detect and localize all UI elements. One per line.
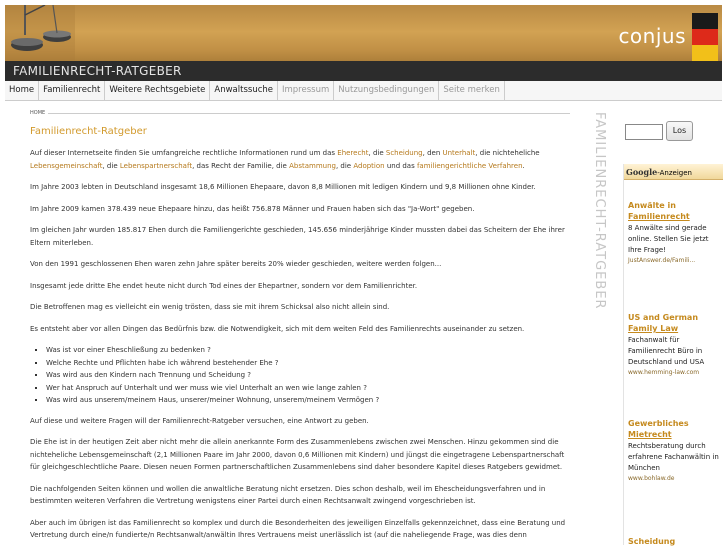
paragraph: Aber auch im übrigen ist das Familienrec… [30, 518, 566, 540]
breadcrumb: HOME [30, 110, 570, 116]
paragraph: Von den 1991 geschlossenen Ehen waren ze… [30, 260, 442, 268]
google-logo[interactable]: Google [626, 167, 657, 177]
list-item: Was wird aus unserem/meinem Haus, unsere… [46, 394, 570, 407]
ad-title-line[interactable]: Family Law [628, 324, 678, 333]
ads-header-label[interactable]: -Anzeigen [657, 169, 692, 177]
link-eherecht[interactable]: Eherecht [337, 149, 368, 157]
ad-item[interactable]: US and German Family Law Fachanwalt für F… [628, 312, 722, 378]
scales-of-justice-icon [5, 5, 75, 63]
ad-title-line[interactable]: Familienrecht [628, 212, 690, 221]
ad-title-line[interactable]: Mietrecht [628, 430, 672, 439]
ad-item[interactable]: Scheidung [628, 536, 722, 547]
breadcrumb-divider [48, 112, 570, 114]
flag-stripe-black [692, 13, 718, 29]
german-flag-icon [692, 13, 718, 61]
ad-title-line[interactable]: Anwälte in [628, 201, 676, 210]
intro-text: , die [102, 161, 120, 170]
search-input[interactable] [625, 124, 663, 140]
ad-title[interactable]: Gewerbliches Mietrecht [628, 418, 722, 440]
paragraph: Die Betroffenen mag es vielleicht ein we… [30, 303, 390, 311]
ad-title-line[interactable]: US and German [628, 313, 698, 322]
intro-text: , den [422, 149, 443, 157]
intro-text: , die [368, 149, 386, 157]
flag-stripe-gold [692, 45, 718, 61]
nav-home[interactable]: Home [5, 81, 40, 100]
ad-body: 8 Anwälte sind gerade online. Stellen Si… [628, 224, 709, 254]
question-list: Was ist vor einer Eheschließung zu beden… [46, 344, 570, 407]
intro-paragraph: Auf dieser Internetseite finden Sie umfa… [30, 147, 570, 172]
flag-stripe-red [692, 29, 718, 45]
ads-sidebar: Google-Anzeigen Anwälte in Familienrecht … [623, 164, 723, 547]
list-item: Was wird aus den Kindern nach Trennung u… [46, 369, 570, 382]
ad-item[interactable]: Anwälte in Familienrecht 8 Anwälte sind g… [628, 200, 722, 266]
link-familiengerichtliche-verfahren[interactable]: familiengerichtliche Verfahren [417, 162, 523, 170]
nav-anwaltssuche[interactable]: Anwaltssuche [210, 81, 278, 100]
ad-item[interactable]: Gewerbliches Mietrecht Rechtsberatung dur… [628, 418, 722, 484]
paragraph: Im gleichen Jahr wurden 185.817 Ehen dur… [30, 226, 565, 247]
link-scheidung[interactable]: Scheidung [386, 149, 423, 157]
nav-familienrecht[interactable]: Familienrecht [39, 81, 106, 100]
search-button[interactable]: Los [666, 121, 693, 141]
link-adoption[interactable]: Adoption [353, 162, 384, 170]
list-item: Welche Rechte und Pflichten habe ich wäh… [46, 357, 570, 370]
ads-header: Google-Anzeigen [624, 164, 723, 180]
intro-text: , die nichteheliche [475, 149, 540, 157]
main-nav: Home Familienrecht Weitere Rechtsgebiete… [5, 81, 722, 101]
ad-body: Fachanwalt für Familienrecht Büro in Deu… [628, 336, 705, 366]
ad-title[interactable]: Scheidung [628, 536, 722, 547]
conjus-logo[interactable]: conjus [618, 24, 686, 48]
nav-weitere-rechtsgebiete[interactable]: Weitere Rechtsgebiete [105, 81, 211, 100]
intro-text: und das [384, 161, 417, 170]
paragraph: Im Jahre 2009 kamen 378.439 neue Ehepaar… [30, 204, 475, 213]
ad-url[interactable]: JustAnswer.de/Famili... [628, 256, 722, 266]
site-header: conjus FAMILIENRECHT-RATGEBER [5, 5, 722, 81]
link-unterhalt[interactable]: Unterhalt [443, 149, 476, 157]
nav-seite-merken[interactable]: Seite merken [439, 81, 505, 100]
link-lebensgemeinschaft[interactable]: Lebensgemeinschaft [30, 162, 102, 170]
paragraph: Es entsteht aber vor allen Dingen das Be… [30, 324, 525, 333]
ad-title-line[interactable]: Gewerbliches [628, 419, 689, 428]
paragraph: Auf diese und weitere Fragen will der Fa… [30, 416, 369, 425]
list-item: Was ist vor einer Eheschließung zu beden… [46, 344, 570, 357]
ad-url[interactable]: www.hemming-law.com [628, 368, 722, 378]
site-title: FAMILIENRECHT-RATGEBER [5, 61, 722, 81]
intro-text: , die [335, 161, 354, 170]
link-lebenspartnerschaft[interactable]: Lebenspartnerschaft [120, 162, 192, 170]
nav-impressum[interactable]: Impressum [278, 81, 335, 100]
vertical-page-title: FAMILIENRECHT-RATGEBER [592, 112, 607, 310]
ad-body: Rechtsberatung durch erfahrene Fachanwäl… [628, 442, 719, 472]
nav-nutzungsbedingungen[interactable]: Nutzungsbedingungen [334, 81, 440, 100]
ad-title[interactable]: US and German Family Law [628, 312, 722, 334]
paragraph: Im Jahre 2003 lebten in Deutschland insg… [30, 183, 536, 191]
ad-title[interactable]: Anwälte in Familienrecht [628, 200, 722, 222]
list-item: Wer hat Anspruch auf Unterhalt und wer m… [46, 382, 570, 395]
link-abstammung[interactable]: Abstammung [289, 162, 336, 170]
paragraph: Die Ehe ist in der heutigen Zeit aber ni… [30, 438, 565, 471]
intro-text: , das Recht der Familie, die [192, 161, 290, 170]
page-title: Familienrecht-Ratgeber [30, 126, 147, 137]
main-content: HOME Familienrecht-Ratgeber Auf dieser I… [30, 110, 570, 551]
paragraph: Insgesamt jede dritte Ehe endet heute ni… [30, 281, 418, 290]
intro-text: Auf dieser Internetseite finden Sie umfa… [30, 149, 338, 157]
paragraph: Die nachfolgenden Seiten können und woll… [30, 484, 546, 506]
ad-url[interactable]: www.bohlaw.de [628, 474, 722, 484]
intro-text: . [522, 161, 525, 170]
breadcrumb-home[interactable]: HOME [30, 110, 45, 116]
